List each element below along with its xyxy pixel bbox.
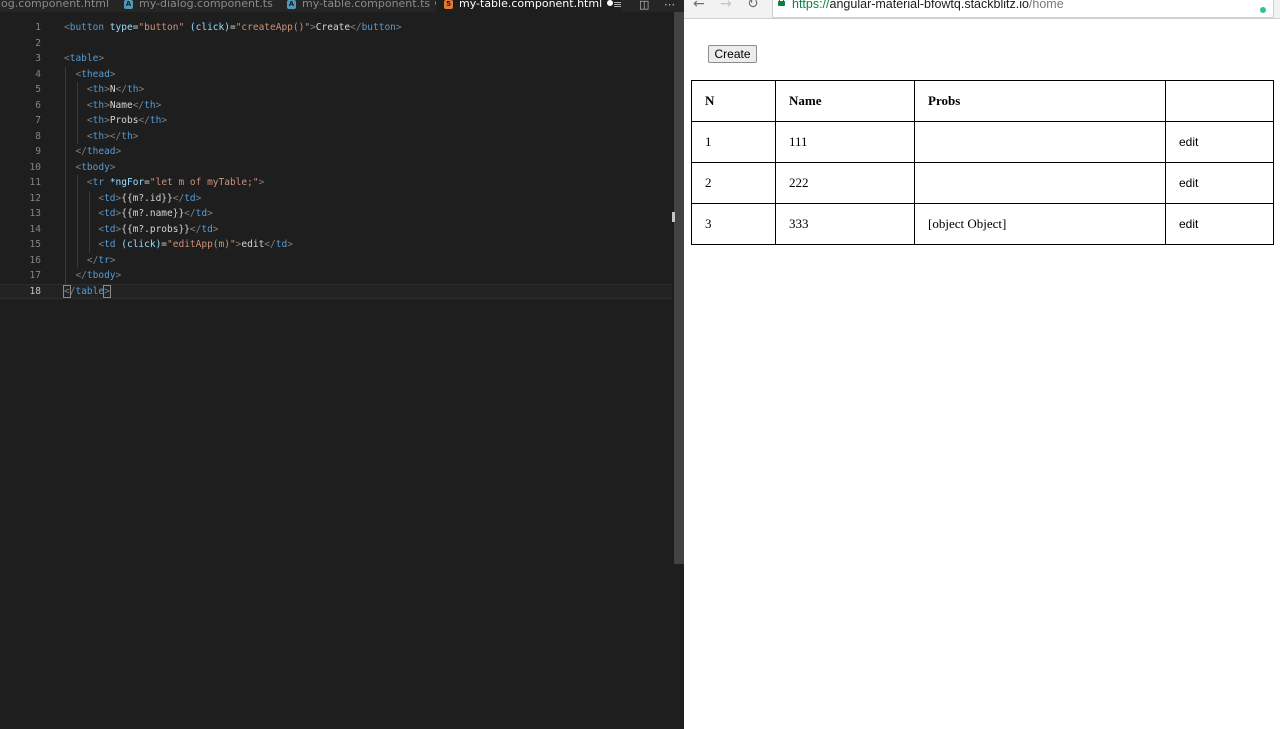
code-line: 4 <thead> xyxy=(0,66,672,82)
cell-id: 3 xyxy=(691,203,776,245)
data-table: N Name Probs 1 111 edit 2 222 edit 3 333 xyxy=(691,80,1274,245)
editor-tab-bar: log.component.html Amy-dialog.component.… xyxy=(0,0,684,12)
table-row: 3 333 [object Object] edit xyxy=(691,203,1274,245)
extension-status-icon[interactable] xyxy=(1260,7,1266,13)
editor-scrollbar[interactable] xyxy=(672,12,684,729)
tab-label: log.component.html xyxy=(0,0,110,10)
code-line: 2 xyxy=(35,37,41,49)
table-header-row: N Name Probs xyxy=(691,80,1274,122)
typescript-file-icon: A xyxy=(124,0,133,9)
code-editor[interactable]: log.component.html Amy-dialog.component.… xyxy=(0,0,684,729)
code-line: 15 <td (click)="editApp(m)">edit</td> xyxy=(0,237,672,253)
current-line-number: 18 xyxy=(29,285,41,297)
tab-label: my-dialog.component.ts xyxy=(139,0,273,10)
more-actions-icon[interactable]: ⋯ xyxy=(664,0,675,10)
editor-scrollbar-thumb[interactable] xyxy=(674,12,684,564)
code-line-current: 18 </table> xyxy=(0,283,672,299)
tab-my-dialog-component-ts[interactable]: Amy-dialog.component.ts xyxy=(124,0,273,12)
code-line: 7 <th>Probs</th> xyxy=(0,113,672,129)
outline-icon[interactable]: ≡ xyxy=(613,0,622,10)
tab-log-component-html[interactable]: log.component.html xyxy=(0,0,109,12)
back-arrow-icon[interactable]: ← xyxy=(693,0,705,12)
tab-my-table-component-html[interactable]: 5 my-table.component.html xyxy=(436,0,622,12)
code-line: 1 <button type="button" (click)="createAp… xyxy=(0,20,672,36)
tab-my-table-component-ts[interactable]: Amy-table.component.ts xyxy=(287,0,442,12)
column-header-name: Name xyxy=(775,80,915,122)
typescript-file-icon: A xyxy=(287,0,296,9)
edit-cell[interactable]: edit xyxy=(1165,121,1274,163)
edit-cell[interactable]: edit xyxy=(1165,203,1274,245)
address-bar[interactable]: https://angular-material-bfowtq.stackbli… xyxy=(772,0,1274,18)
lock-icon xyxy=(778,0,785,6)
code-line: 11 <tr *ngFor="let m of myTable;"> xyxy=(0,175,672,191)
cursor-position-marker xyxy=(672,212,675,222)
column-header-probs: Probs xyxy=(914,80,1166,122)
cell-probs: [object Object] xyxy=(914,203,1166,245)
cell-name: 222 xyxy=(775,162,915,204)
code-line: 5 <th>N</th> xyxy=(0,82,672,98)
code-line-1: <button type="button" (click)="createApp… xyxy=(64,22,402,33)
cell-probs xyxy=(914,162,1166,204)
code-line: 3 <table> xyxy=(35,53,105,64)
tab-label: my-table.component.ts xyxy=(302,0,431,10)
reload-icon[interactable]: ↻ xyxy=(747,0,759,12)
code-line: 6 <th>Name</th> xyxy=(0,97,672,113)
tab-label: my-table.component.html xyxy=(459,0,603,10)
html-file-icon: 5 xyxy=(444,0,453,9)
code-line: 14 <td>{{m?.probs}}</td> xyxy=(0,221,672,237)
column-header-actions xyxy=(1165,80,1274,122)
column-header-n: N xyxy=(691,80,776,122)
table-row: 2 222 edit xyxy=(691,162,1274,204)
create-button[interactable]: Create xyxy=(708,45,757,63)
cell-name: 111 xyxy=(775,121,915,163)
cell-name: 333 xyxy=(775,203,915,245)
code-line: 16 </tr> xyxy=(0,252,672,268)
code-line: 13 <td>{{m?.name}}</td> xyxy=(0,206,672,222)
cell-id: 1 xyxy=(691,121,776,163)
split-editor-icon[interactable]: ◫ xyxy=(639,0,649,10)
code-line: 12 <td>{{m?.id}}</td> xyxy=(0,190,672,206)
browser-window: ← → ↻ https://angular-material-bfowtq.st… xyxy=(684,0,1280,729)
code-line: 9 </thead> xyxy=(0,144,672,160)
edit-cell[interactable]: edit xyxy=(1165,162,1274,204)
cell-probs xyxy=(914,121,1166,163)
code-area[interactable]: 1 <button type="button" (click)="createAp… xyxy=(0,20,672,299)
code-line: 8 <th></th> xyxy=(0,128,672,144)
cell-id: 2 xyxy=(691,162,776,204)
code-line: 10 <tbody> xyxy=(0,159,672,175)
url-text[interactable]: https://angular-material-bfowtq.stackbli… xyxy=(792,0,1064,11)
table-row: 1 111 edit xyxy=(691,121,1274,163)
browser-toolbar: ← → ↻ https://angular-material-bfowtq.st… xyxy=(684,0,1280,19)
code-line: 17 </tbody> xyxy=(0,268,672,284)
forward-arrow-icon[interactable]: → xyxy=(720,0,732,12)
